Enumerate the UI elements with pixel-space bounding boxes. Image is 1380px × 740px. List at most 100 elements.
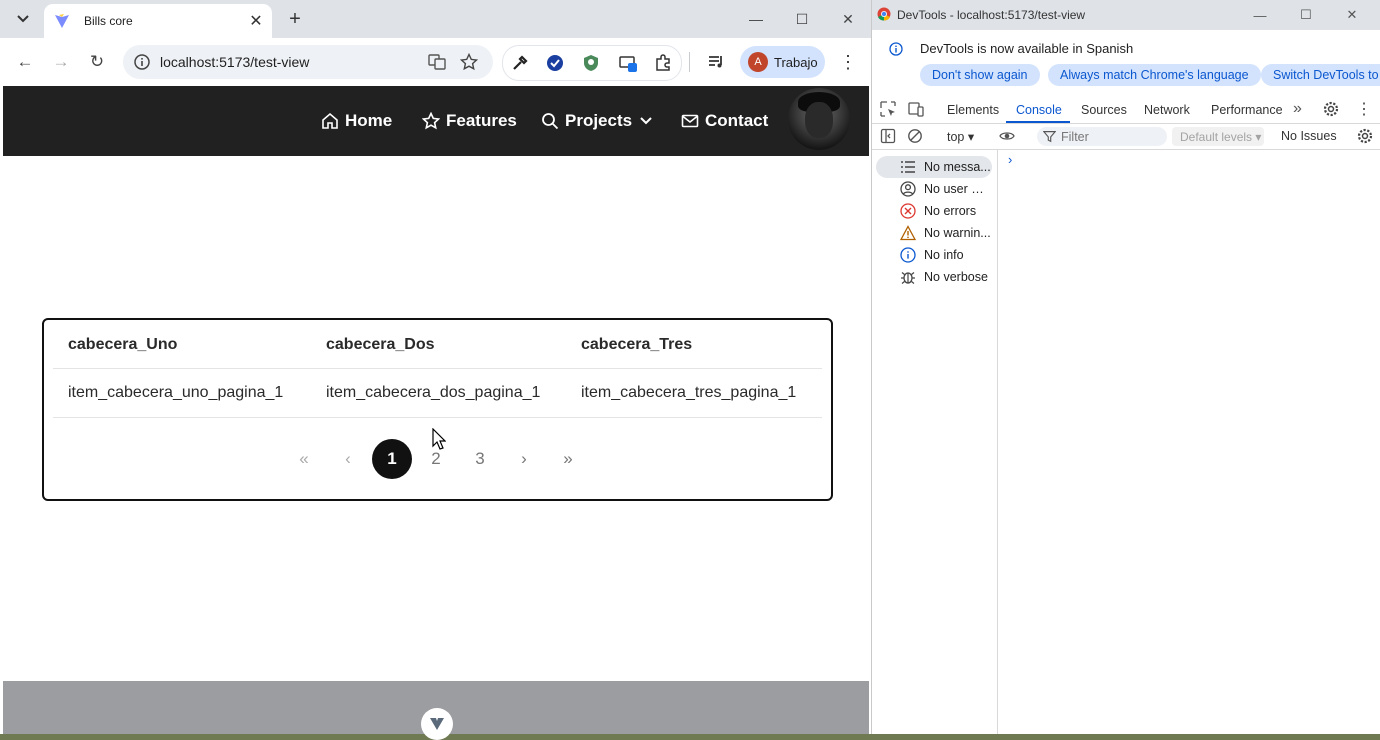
tab-console[interactable]: Console [1016, 103, 1062, 117]
switch-language-button[interactable]: Switch DevTools to [1261, 64, 1380, 86]
more-tabs-icon[interactable]: » [1293, 100, 1302, 118]
user-avatar[interactable] [788, 88, 850, 150]
table-cell: item_cabecera_dos_pagina_1 [326, 384, 541, 401]
nav-contact-link[interactable]: Contact [681, 111, 768, 131]
tab-search-button[interactable] [9, 7, 37, 31]
extensions-group [502, 45, 682, 81]
filter-funnel-icon [1043, 131, 1056, 143]
user-icon [900, 181, 916, 197]
nav-home-label: Home [345, 111, 393, 130]
chrome-logo-icon [877, 7, 891, 21]
info-icon [889, 42, 903, 56]
prev-page-button[interactable]: ‹ [328, 439, 368, 479]
browser-window: Bills core ✕ + — ☐ ✕ ← → ↻ localhost:517… [0, 0, 871, 740]
console-prompt[interactable]: › [1008, 152, 1012, 167]
reload-icon[interactable]: ↻ [85, 50, 109, 74]
nav-projects-label: Projects [565, 111, 633, 130]
nav-features-link[interactable]: Features [422, 111, 517, 131]
devtools-tabbar: Elements Console Sources Network Perform… [872, 95, 1380, 124]
list-icon [901, 161, 915, 173]
profile-name: Trabajo [774, 54, 818, 70]
site-info-icon[interactable] [133, 53, 151, 71]
media-controls-icon[interactable] [707, 53, 725, 71]
shield-extension-icon[interactable] [582, 54, 600, 72]
dont-show-again-button[interactable]: Don't show again [920, 64, 1040, 86]
match-language-button[interactable]: Always match Chrome's language [1048, 64, 1261, 86]
browser-tab[interactable]: Bills core ✕ [44, 4, 272, 38]
browser-menu-icon[interactable]: ⋮ [838, 50, 858, 74]
minimize-icon[interactable]: — [1237, 0, 1283, 30]
row-divider [53, 417, 822, 418]
nav-home-link[interactable]: Home [321, 111, 392, 131]
first-page-button[interactable]: « [284, 439, 324, 479]
sidebar-item-info[interactable]: No info [876, 244, 992, 266]
mouse-cursor-icon [432, 428, 446, 450]
devtools-menu-icon[interactable]: ⋮ [1356, 99, 1372, 119]
tab-elements[interactable]: Elements [947, 103, 999, 117]
bug-icon [901, 272, 915, 284]
tab-performance[interactable]: Performance [1211, 103, 1283, 117]
sidebar-item-label: No user m... [924, 182, 992, 196]
tab-sources[interactable]: Sources [1081, 103, 1127, 117]
url-text: localhost:5173/test-view [160, 54, 310, 70]
settings-gear-icon[interactable] [1323, 101, 1339, 117]
sidebar-item-errors[interactable]: No errors [876, 200, 992, 222]
avatar-face-shape [805, 102, 833, 138]
close-icon[interactable]: ✕ [1329, 0, 1375, 30]
sidebar-item-verbose[interactable]: No verbose [876, 266, 992, 288]
console-filter-input[interactable]: Filter [1037, 127, 1167, 146]
table-header[interactable]: cabecera_Tres [581, 336, 692, 354]
tab-title: Bills core [84, 14, 133, 28]
profile-button[interactable]: A Trabajo [740, 46, 825, 78]
maximize-icon[interactable]: ☐ [779, 0, 825, 38]
sidebar-item-warnings[interactable]: No warnin... [876, 222, 992, 244]
tab-network[interactable]: Network [1144, 103, 1190, 117]
nav-projects-dropdown[interactable]: Projects [541, 111, 652, 131]
context-selector[interactable]: top ▾ [947, 129, 974, 144]
close-icon[interactable]: ✕ [825, 0, 871, 38]
check-extension-icon[interactable] [546, 54, 564, 72]
minimize-icon[interactable]: — [733, 0, 779, 38]
vuetify-logo-icon [430, 718, 444, 730]
eyedropper-icon[interactable] [511, 54, 529, 72]
extensions-puzzle-icon[interactable] [654, 54, 672, 72]
home-icon [322, 112, 338, 129]
sidebar-item-label: No warnin... [924, 226, 991, 240]
table-header[interactable]: cabecera_Dos [326, 336, 435, 354]
device-toolbar-icon[interactable] [908, 101, 924, 117]
chevron-down-icon [17, 15, 29, 23]
page-button[interactable]: 3 [460, 439, 500, 479]
address-bar[interactable]: localhost:5173/test-view [123, 45, 493, 79]
sidebar-item-user-messages[interactable]: No user m... [876, 178, 992, 200]
next-page-button[interactable]: › [504, 439, 544, 479]
forward-icon[interactable]: → [49, 50, 73, 74]
cast-extension-icon[interactable] [619, 54, 637, 72]
back-icon[interactable]: ← [13, 50, 37, 74]
devtools-titlebar: DevTools - localhost:5173/test-view — ☐ … [872, 0, 1380, 30]
sidebar-toggle-icon[interactable] [880, 128, 896, 144]
tab-close-icon[interactable]: ✕ [246, 11, 266, 31]
sidebar-item-label: No verbose [924, 270, 988, 284]
devtools-window-title: DevTools - localhost:5173/test-view [897, 8, 1086, 22]
table-header[interactable]: cabecera_Uno [68, 336, 177, 354]
clear-console-icon[interactable] [907, 128, 923, 144]
live-expression-eye-icon[interactable] [999, 128, 1015, 144]
profile-avatar: A [748, 52, 768, 72]
last-page-button[interactable]: » [548, 439, 588, 479]
sidebar-item-label: No errors [924, 204, 977, 218]
page-button[interactable]: 1 [372, 439, 412, 479]
translate-icon[interactable] [428, 53, 446, 71]
table-cell: item_cabecera_uno_pagina_1 [68, 384, 284, 401]
log-levels-dropdown[interactable]: Default levels ▾ [1172, 127, 1264, 146]
bookmark-star-icon[interactable] [460, 53, 478, 71]
inspect-element-icon[interactable] [880, 101, 896, 117]
header-divider [53, 368, 822, 369]
sidebar-item-messages[interactable]: No messa... [876, 156, 992, 178]
issues-counter[interactable]: No Issues [1281, 129, 1337, 143]
vuetify-badge[interactable] [421, 708, 453, 740]
maximize-icon[interactable]: ☐ [1283, 0, 1329, 30]
active-tab-indicator [1006, 121, 1070, 123]
chevron-down-icon [640, 117, 652, 125]
console-settings-icon[interactable] [1357, 128, 1373, 144]
new-tab-button[interactable]: + [283, 8, 307, 30]
